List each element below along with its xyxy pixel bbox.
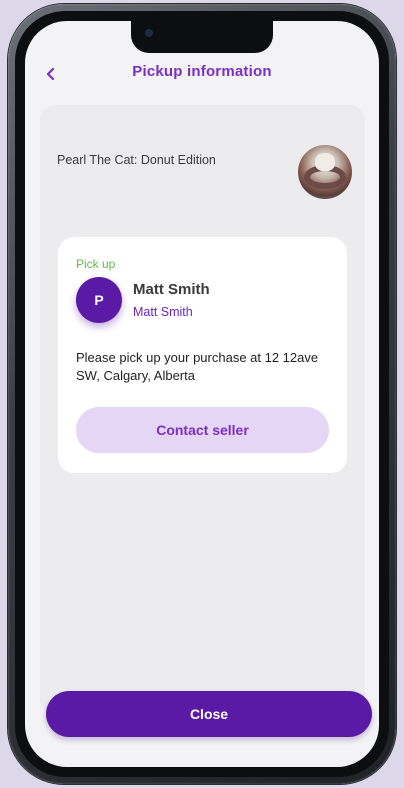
item-summary: Pearl The Cat: Donut Edition	[57, 145, 352, 205]
phone-frame: Pickup information Pearl The Cat: Donut …	[8, 4, 396, 784]
seller-name: Matt Smith	[133, 281, 210, 298]
pickup-message: Please pick up your purchase at 12 12ave…	[76, 350, 319, 383]
contact-seller-button[interactable]: Contact seller	[76, 407, 329, 453]
item-title: Pearl The Cat: Donut Edition	[57, 153, 216, 167]
header-bar: Pickup information	[25, 61, 379, 89]
camera-icon	[145, 29, 153, 37]
seller-username[interactable]: Matt Smith	[133, 305, 193, 319]
pickup-card: Pick up P Matt Smith Matt Smith Please p…	[58, 237, 347, 473]
phone-bezel: Pickup information Pearl The Cat: Donut …	[15, 11, 389, 777]
page-title: Pickup information	[132, 63, 272, 80]
app-screen: Pickup information Pearl The Cat: Donut …	[25, 21, 379, 767]
seller-avatar[interactable]: P	[76, 277, 122, 323]
pickup-label: Pick up	[76, 257, 116, 271]
item-thumbnail[interactable]	[298, 145, 352, 199]
content-panel: Pearl The Cat: Donut Edition Pick up P M…	[40, 105, 365, 715]
device-notch	[131, 21, 273, 53]
close-button[interactable]: Close	[46, 691, 372, 737]
cat-head	[315, 153, 335, 171]
